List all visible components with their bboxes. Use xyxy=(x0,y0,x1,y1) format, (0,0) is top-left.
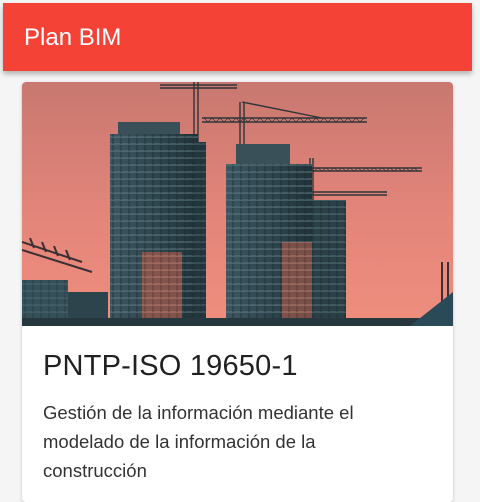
card-description: Gestión de la información mediante el mo… xyxy=(43,402,354,481)
card-title: PNTP-ISO 19650-1 xyxy=(43,350,298,382)
app-bar: Plan BIM xyxy=(3,3,472,71)
standard-card[interactable]: PNTP-ISO 19650-1 Gestión de la informaci… xyxy=(22,82,453,502)
app-title: Plan BIM xyxy=(24,24,122,51)
card-image xyxy=(22,82,453,326)
